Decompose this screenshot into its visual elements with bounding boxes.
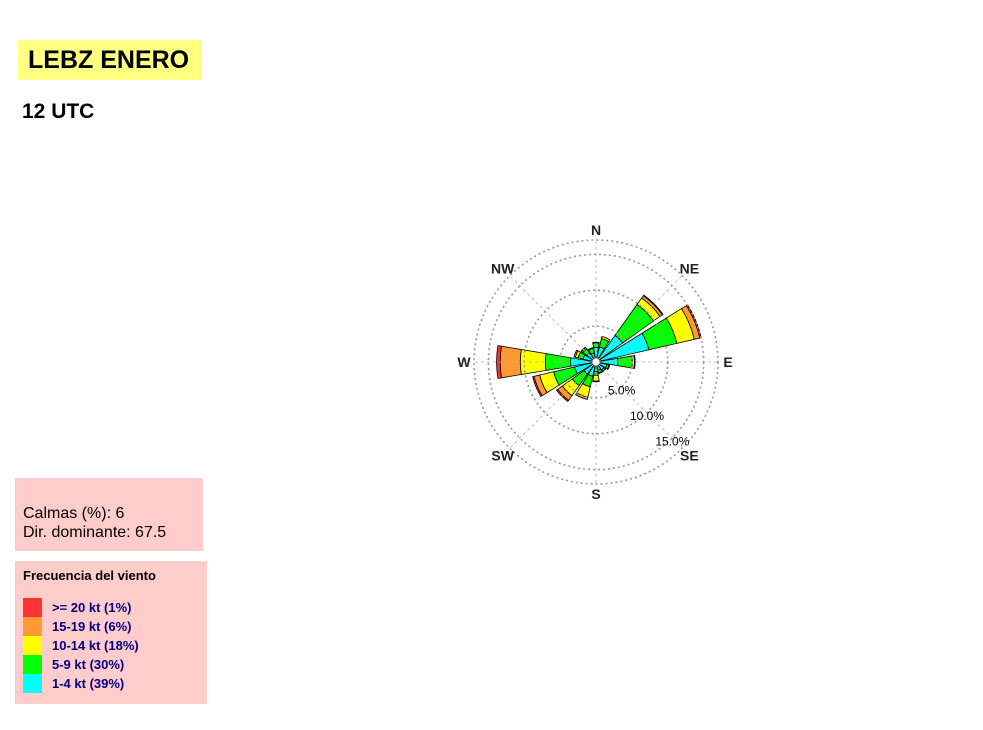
compass-label-sw: SW — [491, 447, 514, 463]
legend-label: >= 20 kt (1%) — [52, 600, 132, 615]
legend-swatch — [23, 674, 42, 693]
ring-label: 10.0% — [630, 409, 664, 423]
legend: Frecuencia del viento >= 20 kt (1%) 15-1… — [15, 561, 207, 704]
legend-label: 1-4 kt (39%) — [52, 676, 125, 691]
legend-title: Frecuencia del viento — [23, 568, 156, 583]
calm-percentage: Calmas (%): 6 — [23, 505, 125, 522]
center-circle — [591, 357, 601, 367]
compass-label-n: N — [591, 222, 601, 238]
legend-item-10-14: 10-14 kt (18%) — [23, 636, 207, 655]
legend-item-5-9: 5-9 kt (30%) — [23, 655, 207, 674]
spoke-line — [509, 275, 594, 360]
ring-label: 5.0% — [608, 384, 636, 398]
petal-90-3 — [633, 355, 636, 369]
legend-swatch — [23, 617, 42, 636]
legend-label: 5-9 kt (30%) — [52, 657, 125, 672]
compass-label-se: SE — [680, 447, 699, 463]
legend-item-1-4: 1-4 kt (39%) — [23, 674, 207, 693]
compass-label-s: S — [591, 486, 600, 502]
compass-label-w: W — [457, 354, 471, 370]
dominant-direction: Dir. dominante: 67.5 — [23, 524, 167, 541]
legend-item-ge20: >= 20 kt (1%) — [23, 598, 207, 617]
compass-label-nw: NW — [491, 261, 515, 277]
summary-box: Calmas (%): 6 Dir. dominante: 67.5 — [15, 478, 203, 551]
ring-label: 15.0% — [655, 434, 689, 448]
compass-label-ne: NE — [680, 261, 699, 277]
compass-label-e: E — [723, 354, 732, 370]
legend-swatch — [23, 655, 42, 674]
legend-label: 15-19 kt (6%) — [52, 619, 132, 634]
legend-item-15-19: 15-19 kt (6%) — [23, 617, 207, 636]
legend-swatch — [23, 598, 42, 617]
legend-label: 10-14 kt (18%) — [52, 638, 139, 653]
legend-swatch — [23, 636, 42, 655]
